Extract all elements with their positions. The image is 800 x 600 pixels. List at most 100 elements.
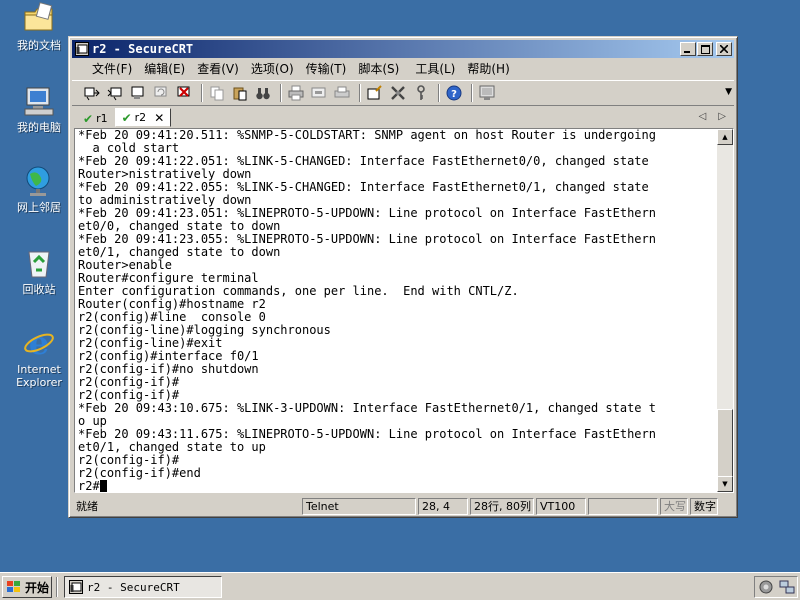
desktop-icon-label: 回收站 bbox=[22, 283, 56, 296]
status-protocol: Telnet bbox=[302, 497, 416, 515]
terminal-line: r2(config-if)#end bbox=[78, 466, 201, 480]
status-cursor-position: 28, 4 bbox=[418, 497, 468, 515]
global-options-button[interactable] bbox=[388, 84, 408, 102]
connect-button[interactable] bbox=[82, 84, 102, 102]
taskbar-item-label: r2 - SecureCRT bbox=[87, 580, 180, 594]
scroll-thumb[interactable] bbox=[717, 409, 733, 477]
toolbar-separator bbox=[201, 84, 203, 102]
print-selection-button[interactable] bbox=[309, 84, 329, 102]
keymap-button[interactable] bbox=[411, 84, 431, 102]
connect-tab-button[interactable] bbox=[128, 84, 148, 102]
svg-text:e: e bbox=[29, 326, 49, 360]
paste-button[interactable] bbox=[230, 84, 250, 102]
minimize-button[interactable] bbox=[680, 42, 696, 56]
terminal-scrollbar[interactable]: ▲ ▼ bbox=[717, 129, 733, 492]
desktop-icon-internet-explorer[interactable]: e Internet Explorer bbox=[4, 326, 74, 389]
tray-monitor-icon[interactable] bbox=[758, 579, 774, 595]
desktop-icon-label: 我的文档 bbox=[17, 39, 61, 52]
terminal-prompt: r2# bbox=[78, 479, 100, 493]
title-bar[interactable]: r2 - SecureCRT bbox=[72, 40, 734, 58]
tab-r1[interactable]: ✔ r1 bbox=[76, 110, 115, 127]
tab-r2[interactable]: ✔ r2 ✕ bbox=[114, 108, 172, 127]
connected-check-icon: ✔ bbox=[121, 110, 132, 125]
start-label: 开始 bbox=[25, 580, 50, 595]
terminal-line: et0/1, changed state to down bbox=[78, 245, 281, 259]
toolbar-separator bbox=[280, 84, 282, 102]
folder-icon bbox=[24, 2, 53, 31]
copy-button[interactable] bbox=[207, 84, 227, 102]
minimize-icon bbox=[684, 51, 690, 53]
terminal-view[interactable]: *Feb 20 09:41:20.511: %SNMP-5-COLDSTART:… bbox=[74, 128, 734, 493]
close-button[interactable] bbox=[716, 42, 732, 56]
key-icon bbox=[417, 85, 425, 100]
network-globe-icon bbox=[26, 166, 50, 196]
close-icon bbox=[720, 45, 728, 53]
quick-connect-button[interactable] bbox=[105, 84, 125, 102]
terminal-prompt-line: r2# bbox=[78, 479, 715, 493]
terminal-line: *Feb 20 09:43:10.675: %LINK-3-UPDOWN: In… bbox=[78, 401, 656, 415]
menu-view[interactable]: 查看(V) bbox=[191, 60, 245, 77]
securecrt-window: r2 - SecureCRT 文件(F) 编辑(E) 查看(V) 选项(O) 传… bbox=[68, 36, 738, 518]
terminal-output: *Feb 20 09:41:20.511: %SNMP-5-COLDSTART:… bbox=[78, 129, 715, 493]
menu-transfer[interactable]: 传输(T) bbox=[300, 60, 353, 77]
taskbar-separator bbox=[56, 577, 58, 597]
windows-logo-icon bbox=[7, 581, 20, 592]
printer-icon bbox=[334, 86, 350, 98]
desktop-icon-label: Internet bbox=[17, 363, 61, 376]
securecrt-app-icon bbox=[69, 580, 83, 594]
status-caps-lock: 大写 bbox=[660, 497, 688, 515]
desktop-icon-my-documents[interactable]: 我的文档 bbox=[4, 2, 74, 52]
maximize-button[interactable] bbox=[697, 42, 713, 56]
tab-close-icon[interactable]: ✕ bbox=[154, 111, 164, 125]
quick-connect-icon bbox=[107, 87, 122, 101]
window-title: r2 - SecureCRT bbox=[92, 42, 194, 56]
system-tray bbox=[754, 576, 798, 598]
tab-label: r1 bbox=[96, 112, 108, 125]
menu-options[interactable]: 选项(O) bbox=[245, 60, 300, 77]
find-button[interactable] bbox=[253, 84, 273, 102]
binoculars-icon bbox=[256, 88, 270, 100]
status-emulation: VT100 bbox=[536, 497, 586, 515]
desktop-icon-recycle-bin[interactable]: 回收站 bbox=[4, 246, 74, 296]
taskbar-item-securecrt[interactable]: r2 - SecureCRT bbox=[64, 576, 222, 598]
toolbar-overflow-icon[interactable]: ▼ bbox=[725, 87, 732, 97]
monitor-icon bbox=[479, 85, 495, 100]
session-options-button[interactable] bbox=[365, 84, 385, 102]
menu-tools[interactable]: 工具(L) bbox=[409, 60, 461, 77]
tab-scroll-right-icon[interactable]: ▷ bbox=[718, 111, 726, 122]
disconnect-icon bbox=[177, 86, 190, 97]
menu-help[interactable]: 帮助(H) bbox=[461, 60, 515, 77]
start-button[interactable]: 开始 bbox=[2, 576, 52, 598]
print-setup-button[interactable] bbox=[332, 84, 352, 102]
toolbar-separator bbox=[471, 84, 473, 102]
help-button[interactable]: ? bbox=[444, 84, 464, 102]
disconnect-button[interactable] bbox=[174, 84, 194, 102]
desktop-icon-label: 我的电脑 bbox=[17, 121, 61, 134]
status-num-lock: 数字 bbox=[690, 497, 718, 515]
toolbar: ? ▼ bbox=[72, 80, 734, 106]
status-ready: 就绪 bbox=[76, 500, 98, 513]
maximize-icon bbox=[700, 44, 710, 54]
desktop-icon-network[interactable]: 网上邻居 bbox=[4, 164, 74, 214]
scroll-down-button[interactable]: ▼ bbox=[717, 476, 733, 492]
copy-icon bbox=[210, 86, 224, 101]
print-selection-icon bbox=[311, 87, 326, 98]
desktop-icon-my-computer[interactable]: 我的电脑 bbox=[4, 84, 74, 134]
menu-bar: 文件(F) 编辑(E) 查看(V) 选项(O) 传输(T) 脚本(S) 工具(L… bbox=[72, 59, 734, 78]
scroll-up-button[interactable]: ▲ bbox=[717, 129, 733, 145]
menu-file[interactable]: 文件(F) bbox=[86, 60, 138, 77]
tab-scroll-left-icon[interactable]: ◁ bbox=[699, 111, 707, 122]
print-button[interactable] bbox=[286, 84, 306, 102]
status-empty bbox=[588, 497, 658, 515]
toolbar-separator bbox=[359, 84, 361, 102]
connect-tab-icon bbox=[131, 86, 144, 99]
tray-network-icon[interactable] bbox=[779, 579, 795, 595]
tools-icon bbox=[391, 86, 405, 100]
menu-edit[interactable]: 编辑(E) bbox=[138, 60, 191, 77]
menu-script[interactable]: 脚本(S) bbox=[352, 60, 405, 77]
about-button[interactable] bbox=[477, 84, 497, 102]
reconnect-button[interactable] bbox=[151, 84, 171, 102]
internet-explorer-icon: e bbox=[24, 326, 54, 360]
connect-icon bbox=[84, 87, 100, 101]
reconnect-icon bbox=[154, 86, 167, 97]
